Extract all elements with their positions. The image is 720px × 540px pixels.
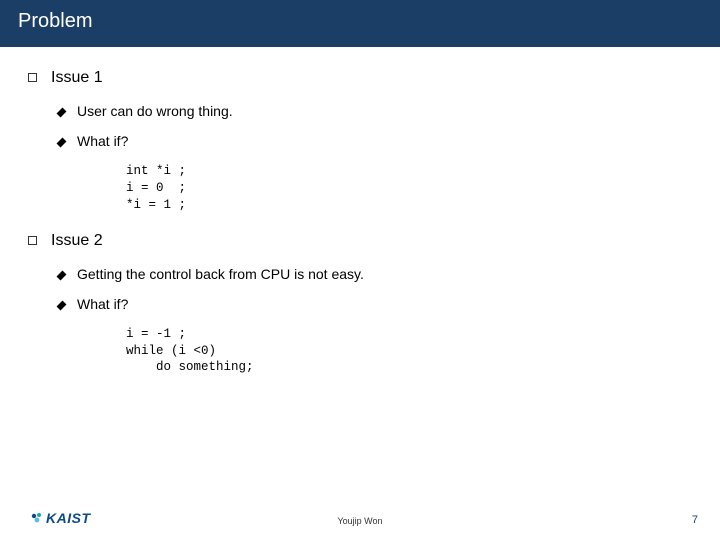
diamond-bullet-icon <box>57 300 67 310</box>
square-bullet-icon <box>28 236 37 245</box>
diamond-bullet-icon <box>57 270 67 280</box>
page-number: 7 <box>692 514 698 526</box>
diamond-bullet-icon <box>57 138 67 148</box>
slide-footer: KAIST Youjip Won 7 <box>0 498 720 540</box>
slide-title: Problem <box>0 0 720 47</box>
diamond-bullet-icon <box>57 108 67 118</box>
bullet-item: Getting the control back from CPU is not… <box>58 266 692 282</box>
issue-heading: Issue 2 <box>28 232 692 250</box>
issue-1-point-2: What if? <box>77 133 128 149</box>
code-snippet: int *i ; i = 0 ; *i = 1 ; <box>126 163 692 214</box>
slide-content: Issue 1 User can do wrong thing. What if… <box>0 47 720 376</box>
issue-2-point-2: What if? <box>77 296 128 312</box>
issue-1-point-1: User can do wrong thing. <box>77 103 233 119</box>
issue-2-point-1: Getting the control back from CPU is not… <box>77 266 364 282</box>
square-bullet-icon <box>28 73 37 82</box>
issue-heading: Issue 1 <box>28 69 692 87</box>
issue-2-label: Issue 2 <box>51 232 103 250</box>
title-text: Problem <box>18 10 92 32</box>
code-snippet: i = -1 ; while (i <0) do something; <box>126 326 692 377</box>
bullet-item: User can do wrong thing. <box>58 103 692 119</box>
bullet-item: What if? <box>58 133 692 149</box>
bullet-item: What if? <box>58 296 692 312</box>
issue-1-label: Issue 1 <box>51 69 103 87</box>
footer-author: Youjip Won <box>0 516 720 526</box>
